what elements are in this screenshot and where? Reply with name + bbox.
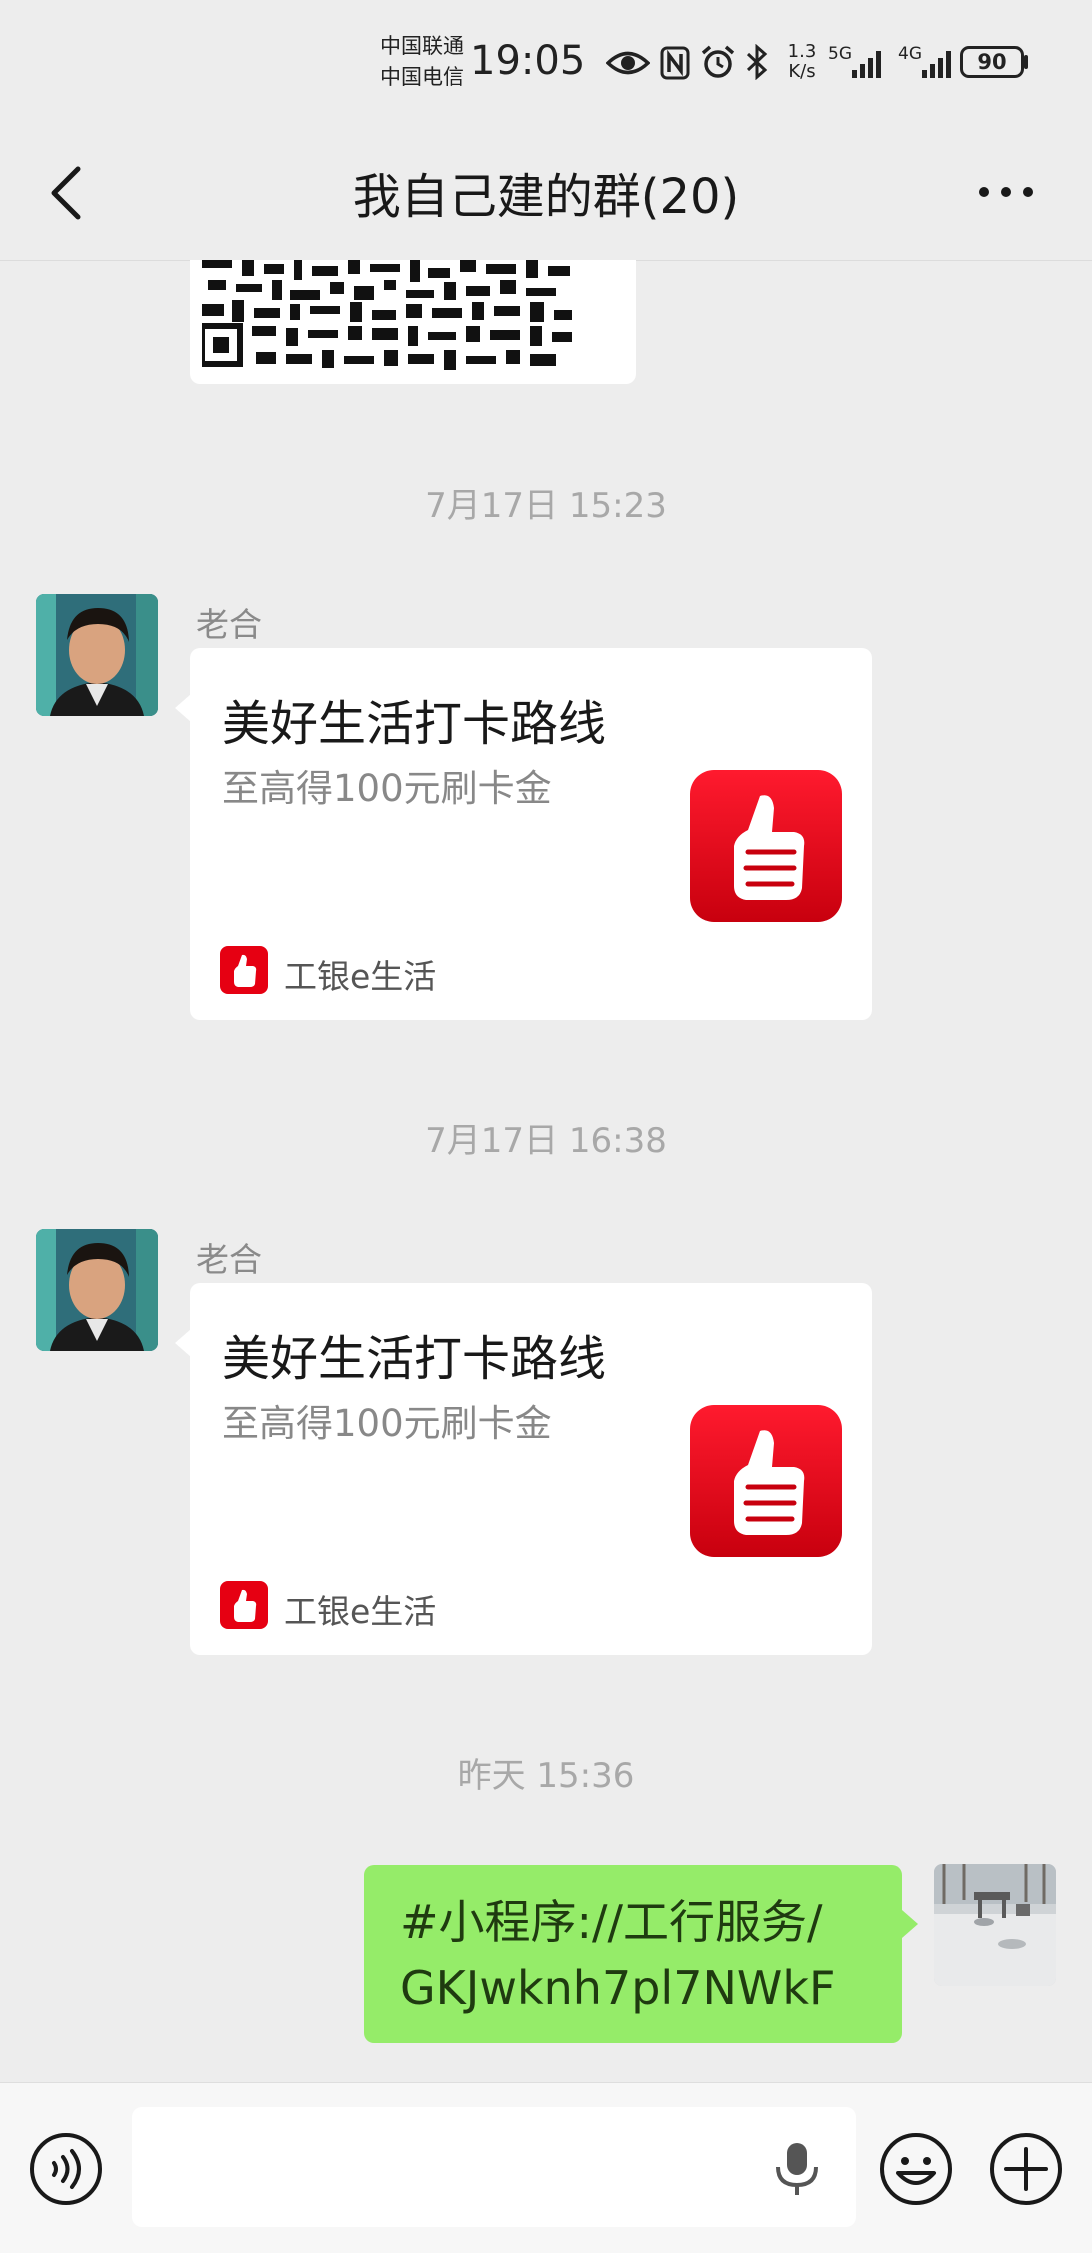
net-2-label: 4G bbox=[898, 44, 922, 64]
emoji-icon[interactable] bbox=[878, 2131, 954, 2207]
message-input[interactable] bbox=[132, 2107, 856, 2227]
signal-icon bbox=[852, 51, 881, 78]
qr-code-image bbox=[202, 260, 582, 372]
sender-name: 老合 bbox=[196, 605, 262, 644]
battery-tip bbox=[1024, 55, 1028, 69]
mini-program-card[interactable]: 美好生活打卡路线 至高得100元刷卡金 工银e生活 bbox=[190, 648, 872, 1020]
timestamp: 昨天 15:36 bbox=[457, 1756, 635, 1796]
self-avatar-image bbox=[934, 1864, 1056, 1986]
avatar-image bbox=[36, 1229, 158, 1351]
self-message-line-2: GKJwknh7pl7NWkF bbox=[400, 1961, 836, 2015]
self-avatar[interactable] bbox=[934, 1864, 1056, 1986]
source-app-icon bbox=[220, 946, 268, 994]
avatar[interactable] bbox=[36, 1229, 158, 1351]
card-arrow bbox=[175, 694, 191, 722]
sender-name: 老合 bbox=[196, 1240, 262, 1279]
carrier-2: 中国电信 bbox=[380, 65, 464, 89]
mic-icon[interactable] bbox=[772, 2141, 822, 2197]
more-dots-icon[interactable] bbox=[976, 177, 1036, 207]
voice-icon[interactable] bbox=[28, 2131, 104, 2207]
battery-level: 90 bbox=[966, 52, 1018, 73]
source-app-icon bbox=[220, 1581, 268, 1629]
bluetooth-icon bbox=[746, 44, 768, 80]
timestamp: 7月17日 15:23 bbox=[425, 486, 667, 526]
card-title: 美好生活打卡路线 bbox=[222, 1331, 607, 1387]
alarm-icon bbox=[701, 45, 735, 78]
battery-icon: 90 bbox=[960, 46, 1024, 78]
avatar[interactable] bbox=[36, 594, 158, 716]
clock: 19:05 bbox=[470, 38, 586, 84]
plus-icon[interactable] bbox=[988, 2131, 1064, 2207]
self-message-bubble[interactable]: #小程序://工行服务/ GKJwknh7pl7NWkF bbox=[364, 1865, 902, 2043]
eye-icon bbox=[606, 51, 650, 75]
timestamp: 7月17日 16:38 bbox=[425, 1121, 667, 1161]
status-bar: 中国联通 中国电信 19:05 1.3 K/s 5G 4G 90 bbox=[0, 0, 1092, 125]
mini-program-card[interactable]: 美好生活打卡路线 至高得100元刷卡金 工银e生活 bbox=[190, 1283, 872, 1655]
card-source: 工银e生活 bbox=[284, 1592, 437, 1631]
qr-code-message[interactable] bbox=[190, 260, 636, 384]
card-title: 美好生活打卡路线 bbox=[222, 696, 607, 752]
bubble-arrow bbox=[902, 1910, 918, 1938]
card-source: 工银e生活 bbox=[284, 957, 437, 996]
page-title: 我自己建的群(20) bbox=[352, 169, 740, 225]
net-1-label: 5G bbox=[828, 44, 852, 64]
card-arrow bbox=[175, 1329, 191, 1357]
thumbs-up-icon bbox=[690, 770, 842, 922]
self-message-line-1: #小程序://工行服务/ bbox=[400, 1895, 823, 1949]
net-speed-value: 1.3 bbox=[787, 41, 817, 62]
avatar-image bbox=[36, 594, 158, 716]
thumbs-up-icon bbox=[690, 1405, 842, 1557]
card-description: 至高得100元刷卡金 bbox=[222, 767, 552, 810]
input-bar bbox=[0, 2082, 1092, 2253]
signal-icon-2 bbox=[922, 51, 951, 78]
chat-header: 我自己建的群(20) bbox=[0, 125, 1092, 261]
net-speed-unit: K/s bbox=[788, 61, 816, 82]
carrier-1: 中国联通 bbox=[380, 34, 464, 58]
card-description: 至高得100元刷卡金 bbox=[222, 1402, 552, 1445]
net-speed: 1.3 K/s bbox=[784, 42, 820, 82]
nfc-icon bbox=[660, 46, 690, 80]
self-message-text: #小程序://工行服务/ GKJwknh7pl7NWkF bbox=[400, 1889, 835, 2021]
